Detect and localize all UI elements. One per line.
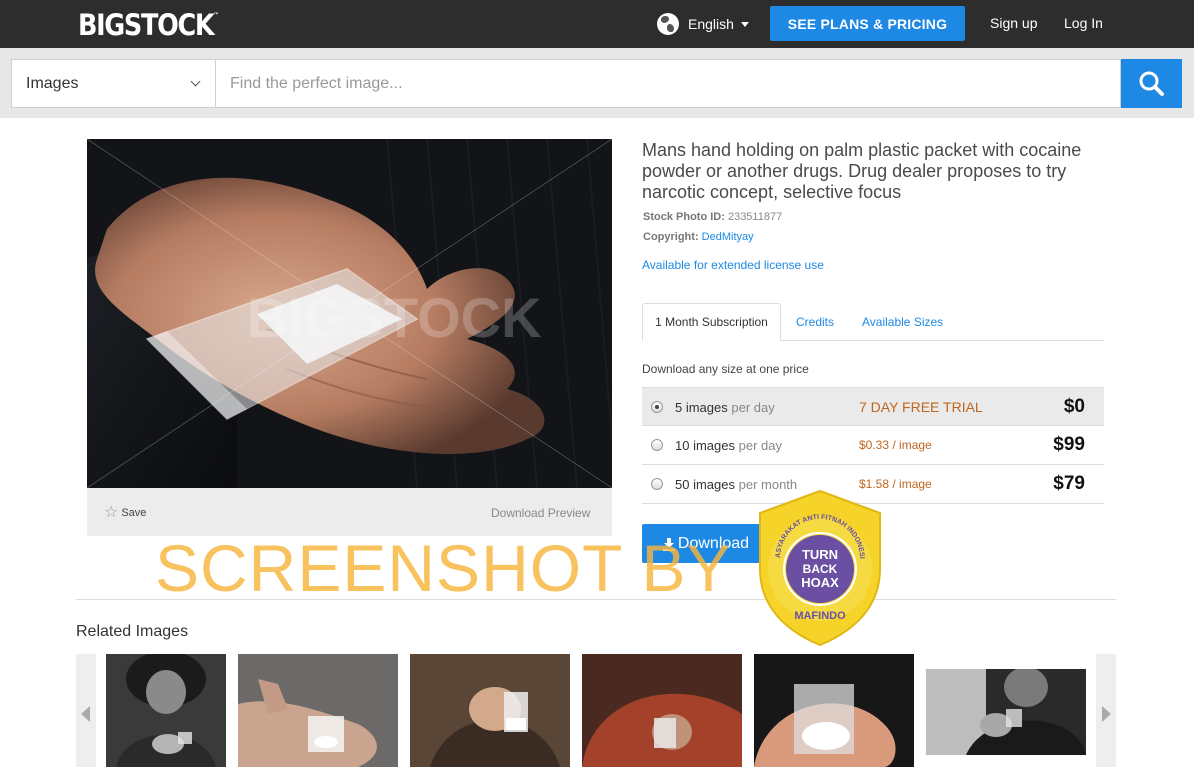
option-offer: $0.33 / image [859, 438, 932, 452]
language-label: English [688, 16, 734, 32]
main-photo[interactable]: BIGSTOCK [87, 139, 612, 488]
search-icon [1139, 71, 1164, 96]
related-thumbnail [410, 654, 570, 767]
price-option-10-per-day[interactable]: 10 images per day $0.33 / image $99 [642, 426, 1104, 465]
option-price: $0 [1063, 396, 1085, 417]
caret-down-icon [740, 21, 749, 27]
carousel-next-button[interactable] [1096, 654, 1116, 767]
search-input[interactable] [215, 59, 1121, 108]
svg-text:HOAX: HOAX [801, 575, 839, 590]
search-button[interactable] [1121, 59, 1182, 108]
radio-button[interactable] [651, 439, 663, 451]
category-value: Images [26, 74, 79, 92]
tab-1-month-subscription[interactable]: 1 Month Subscription [642, 303, 781, 341]
photo-watermark: BIGSTOCK [247, 286, 542, 349]
related-images-title: Related Images [76, 623, 189, 640]
top-nav: BIGSTOCK™ English SEE PLANS & PRICING Si… [0, 0, 1194, 48]
mafindo-logo: TURN BACK HOAX MASYARAKAT ANTI FITNAH IN… [753, 484, 881, 647]
carousel-prev-button[interactable] [76, 654, 96, 767]
search-bar: Images [0, 48, 1194, 118]
image-title: Mans hand holding on palm plastic packet… [642, 140, 1082, 202]
category-select[interactable]: Images [11, 59, 216, 108]
related-image-1[interactable] [106, 654, 226, 767]
option-quantity: 10 images per day [675, 438, 782, 453]
tab-credits[interactable]: Credits [796, 303, 834, 341]
log-in-link[interactable]: Log In [1064, 15, 1103, 31]
language-selector[interactable]: English [657, 13, 749, 35]
svg-text:MAFINDO: MAFINDO [794, 610, 846, 622]
chevron-right-icon [1102, 706, 1111, 722]
sign-up-link[interactable]: Sign up [990, 15, 1037, 31]
pricing-intro: Download any size at one price [642, 362, 809, 376]
tab-available-sizes[interactable]: Available Sizes [862, 303, 943, 341]
option-quantity: 5 images per day [675, 400, 775, 415]
option-offer: 7 DAY FREE TRIAL [859, 399, 983, 415]
related-thumbnail [754, 654, 914, 767]
extended-license-link[interactable]: Available for extended license use [642, 258, 824, 272]
related-image-5[interactable] [754, 654, 914, 767]
related-thumbnail [582, 654, 742, 767]
svg-text:TURN: TURN [802, 547, 838, 562]
screenshot-watermark: SCREENSHOT BY [155, 531, 732, 605]
related-image-6[interactable] [926, 669, 1086, 755]
see-plans-pricing-button[interactable]: SEE PLANS & PRICING [770, 6, 965, 41]
globe-icon [657, 13, 679, 35]
related-image-3[interactable] [410, 654, 570, 767]
save-label: Save [121, 507, 147, 519]
star-icon: ☆ [104, 504, 119, 521]
stock-photo-id: Stock Photo ID: 233511877 [643, 211, 783, 223]
option-price: $79 [1053, 473, 1085, 494]
price-option-5-per-day[interactable]: 5 images per day 7 DAY FREE TRIAL $0 [642, 387, 1104, 426]
related-thumbnail [926, 669, 1086, 755]
chevron-down-icon [190, 76, 201, 87]
chevron-left-icon [81, 706, 90, 722]
download-preview-link[interactable]: Download Preview [491, 506, 590, 520]
photo-image: BIGSTOCK [87, 139, 612, 488]
related-thumbnail [238, 654, 398, 767]
related-image-4[interactable] [582, 654, 742, 767]
bigstock-logo[interactable]: BIGSTOCK™ [78, 8, 219, 42]
copyright-holder-link[interactable]: DedMityay [702, 231, 754, 243]
radio-button[interactable] [651, 478, 663, 490]
radio-button[interactable] [651, 401, 663, 413]
svg-text:BACK: BACK [803, 562, 838, 576]
related-image-2[interactable] [238, 654, 398, 767]
turnbackhoax-badge: TURN BACK HOAX MASYARAKAT ANTI FITNAH IN… [753, 484, 884, 647]
save-button[interactable]: ☆ Save [104, 505, 146, 521]
copyright: Copyright: DedMityay [643, 231, 754, 243]
related-thumbnail [106, 654, 226, 767]
option-price: $99 [1053, 434, 1085, 455]
